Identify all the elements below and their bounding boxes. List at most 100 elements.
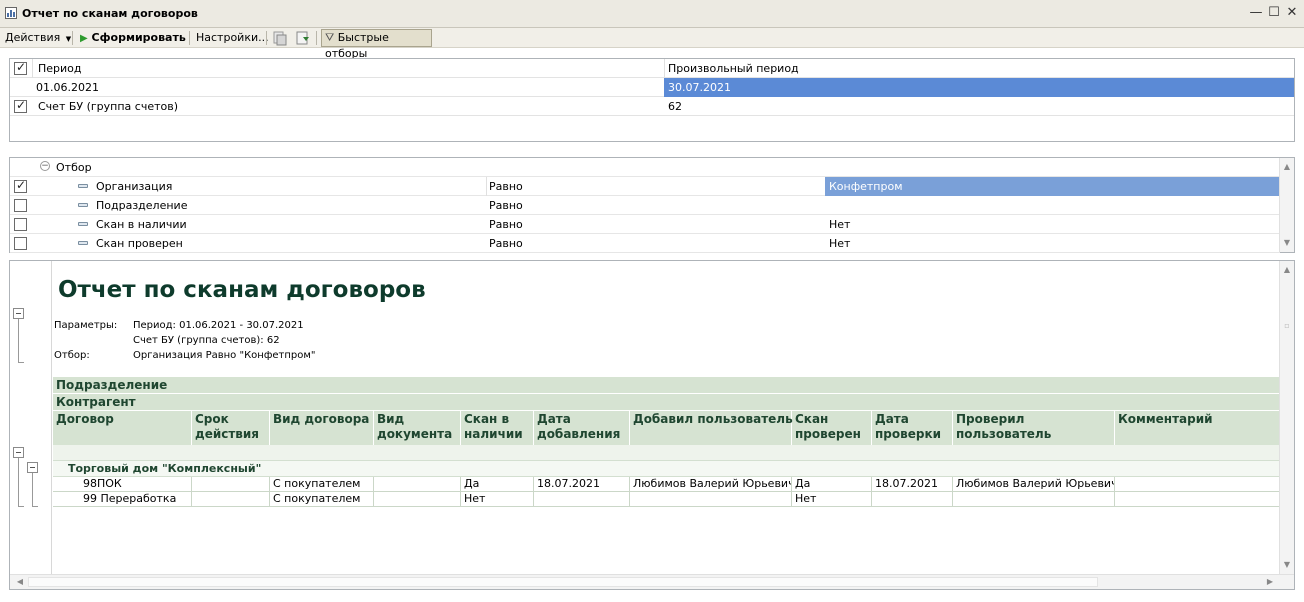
table-row[interactable]: 99 Переработка С покупателем Нет Нет <box>53 492 1280 507</box>
column-header: Проверил пользователь <box>953 411 1115 445</box>
close-icon[interactable]: ✕ <box>1284 5 1300 21</box>
group-header-counterparty: Контрагент <box>53 394 1280 411</box>
filter-value[interactable]: Конфетпром <box>825 177 1280 196</box>
collapse-counterparty-icon[interactable] <box>27 462 38 473</box>
account-label: Счет БУ (группа счетов) <box>38 100 179 113</box>
window-title: Отчет по сканам договоров <box>22 7 198 20</box>
generate-button[interactable]: ▶ Сформировать <box>80 30 186 46</box>
report-horizontal-scrollbar[interactable]: ◀ ▶ <box>10 574 1294 589</box>
period-header-row: Период Произвольный период <box>10 59 1294 78</box>
filter-field: Скан проверен <box>96 237 183 250</box>
period-label: Период <box>38 62 82 75</box>
filter-row[interactable]: Организация Равно Конфетпром <box>10 177 1280 196</box>
scroll-down-icon[interactable]: ▼ <box>1280 236 1294 250</box>
column-header: Договор <box>53 411 192 445</box>
filter-value[interactable]: Нет <box>829 234 1279 253</box>
filter-scrollbar[interactable]: ▲ ▼ <box>1279 158 1294 252</box>
filter-panel: − Отбор Организация Равно Конфетпром Под… <box>9 157 1295 253</box>
validity-cell <box>192 477 270 491</box>
toolbar-separator <box>189 31 190 45</box>
scroll-up-icon[interactable]: ▲ <box>1280 160 1294 174</box>
contract-cell: 98ПОК <box>53 477 192 491</box>
toolbar-separator <box>316 31 317 45</box>
scan-checked-cell: Нет <box>792 492 872 506</box>
toolbar: Действия ▼ ▶ Сформировать Настройки... ⛛… <box>0 28 1304 60</box>
filter-root-row: − Отбор <box>10 158 1280 177</box>
filter-row-checkbox[interactable] <box>14 218 27 231</box>
filter-condition[interactable]: Равно <box>489 177 819 196</box>
table-row[interactable]: 98ПОК С покупателем Да 18.07.2021 Любимо… <box>53 477 1280 492</box>
collapse-group-icon[interactable] <box>13 447 24 458</box>
filter-row[interactable]: Скан проверен Равно Нет <box>10 234 1280 253</box>
column-header: Дата добавления <box>534 411 630 445</box>
scroll-thumb[interactable] <box>28 577 1098 587</box>
contract-type-cell: С покупателем <box>270 477 374 491</box>
filter-value[interactable] <box>829 196 1279 215</box>
collapse-icon[interactable]: − <box>40 161 50 171</box>
scan-available-cell: Нет <box>461 492 534 506</box>
filter-row-checkbox[interactable] <box>14 199 27 212</box>
filter-field: Организация <box>96 180 173 193</box>
account-value-input[interactable]: 62 <box>668 97 1268 116</box>
document-type-cell <box>374 477 461 491</box>
account-row: Счет БУ (группа счетов) 62 <box>10 97 1294 116</box>
filter-field: Скан в наличии <box>96 218 187 231</box>
scroll-left-icon[interactable]: ◀ <box>13 575 27 589</box>
quick-filters-button[interactable]: ⛛ Быстрые отборы <box>321 29 432 60</box>
actions-menu[interactable]: Действия ▼ <box>5 30 71 46</box>
period-end-input[interactable]: 30.07.2021 <box>664 78 1294 97</box>
column-header: Скан в наличии <box>461 411 534 445</box>
subdivision-group-row <box>53 445 1280 461</box>
scroll-up-icon[interactable]: ▲ <box>1280 263 1294 277</box>
toolbar-separator <box>266 31 267 45</box>
collapse-header-icon[interactable] <box>13 308 24 319</box>
maximize-icon[interactable]: ☐ <box>1266 5 1282 21</box>
filter-condition[interactable]: Равно <box>489 215 819 234</box>
document-type-cell <box>374 492 461 506</box>
filter-row[interactable]: Подразделение Равно <box>10 196 1280 215</box>
save-settings-icon[interactable] <box>295 31 311 46</box>
scroll-thumb-icon[interactable]: ▫ <box>1280 319 1294 333</box>
comment-cell <box>1115 477 1280 491</box>
report-title: Отчет по сканам договоров <box>58 277 426 303</box>
quick-filters-label: Быстрые отборы <box>325 31 389 60</box>
field-icon <box>78 241 88 245</box>
filter-value[interactable]: Нет <box>829 215 1279 234</box>
settings-button[interactable]: Настройки... <box>196 30 269 46</box>
period-checkbox[interactable] <box>14 60 27 75</box>
account-checkbox[interactable] <box>14 98 27 113</box>
restore-settings-icon[interactable] <box>272 31 288 46</box>
added-by-cell: Любимов Валерий Юрьевич <box>630 477 792 491</box>
filter-label: Отбор: <box>54 350 90 361</box>
column-header: Дата проверки <box>872 411 953 445</box>
report-vertical-scrollbar[interactable]: ▲ ▫ ▼ <box>1279 261 1294 574</box>
column-header: Срок действия <box>192 411 270 445</box>
column-header: Вид документа <box>374 411 461 445</box>
scroll-right-icon[interactable]: ▶ <box>1263 575 1277 589</box>
field-icon <box>78 184 88 188</box>
filter-row-checkbox[interactable] <box>14 237 27 250</box>
param-period: Период: 01.06.2021 - 30.07.2021 <box>133 320 304 331</box>
checked-by-cell <box>953 492 1115 506</box>
contract-type-cell: С покупателем <box>270 492 374 506</box>
filter-condition[interactable]: Равно <box>489 196 819 215</box>
period-type-select[interactable]: Произвольный период <box>668 59 1288 78</box>
counterparty-name: Торговый дом "Комплексный" <box>68 462 262 475</box>
filter-condition[interactable]: Равно <box>489 234 819 253</box>
minimize-icon[interactable]: — <box>1248 5 1264 21</box>
filter-row[interactable]: Скан в наличии Равно Нет <box>10 215 1280 234</box>
group-header-subdivision: Подразделение <box>53 377 1280 394</box>
column-header: Комментарий <box>1115 411 1280 445</box>
period-start-input[interactable]: 01.06.2021 <box>36 78 656 97</box>
params-label: Параметры: <box>54 320 118 331</box>
period-values-row: 01.06.2021 30.07.2021 <box>10 78 1294 97</box>
column-header: Вид договора <box>270 411 374 445</box>
filter-field: Подразделение <box>96 199 188 212</box>
report-icon <box>5 7 17 19</box>
report-area: Отчет по сканам договоров Параметры: Пер… <box>9 260 1295 590</box>
scroll-down-icon[interactable]: ▼ <box>1280 558 1294 572</box>
scan-checked-cell: Да <box>792 477 872 491</box>
toolbar-separator <box>72 31 73 45</box>
filter-root-label: Отбор <box>56 161 92 174</box>
filter-row-checkbox[interactable] <box>14 178 27 193</box>
